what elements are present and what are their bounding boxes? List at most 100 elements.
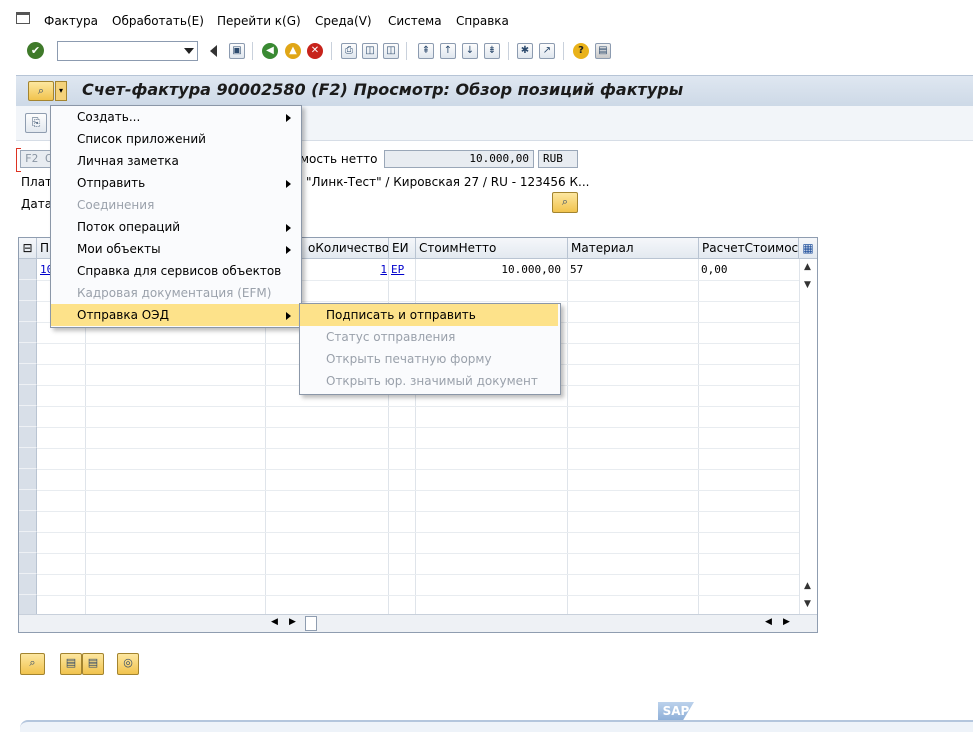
submenu-item-open-print-form: Открыть печатную форму: [300, 348, 558, 370]
help-icon[interactable]: ?: [573, 43, 589, 59]
item-detail-icon[interactable]: ⌕: [20, 653, 45, 675]
system-menu-icon[interactable]: [16, 12, 30, 24]
submenu-item-label: Статус отправления: [326, 330, 456, 344]
menu-item-workflow[interactable]: Поток операций: [51, 216, 299, 238]
scroll-right-end-icon[interactable]: ▶: [783, 617, 790, 627]
col-uom[interactable]: ЕИ: [389, 238, 416, 259]
column-config-icon[interactable]: ▦: [799, 238, 817, 259]
row-quantity[interactable]: 1: [374, 263, 387, 276]
submenu-item-open-legal-document: Открыть юр. значимый документ: [300, 370, 558, 392]
toolbar-separator: [331, 42, 332, 60]
toolbar-separator: [508, 42, 509, 60]
grid-line: [37, 553, 799, 554]
display-partner-icon[interactable]: ⌕: [552, 192, 578, 213]
menu-item-label: Список приложений: [77, 132, 206, 146]
scroll-left-end-icon[interactable]: ◀: [765, 617, 772, 627]
menu-goto[interactable]: Перейти к(G): [217, 14, 301, 28]
row-uom[interactable]: EP: [391, 263, 404, 276]
row-selector[interactable]: [19, 322, 37, 343]
menu-invoice[interactable]: Фактура: [44, 14, 98, 28]
currency-field[interactable]: RUB: [538, 150, 578, 168]
previous-page-icon[interactable]: ↑: [440, 43, 456, 59]
services-dropdown-icon[interactable]: ▾: [55, 81, 67, 101]
grid-line: [567, 259, 568, 614]
menu-item-send[interactable]: Отправить: [51, 172, 299, 194]
menu-item-services-help[interactable]: Справка для сервисов объектов: [51, 260, 299, 282]
submenu-arrow-icon: [286, 224, 291, 232]
col-calc-cost[interactable]: РасчетСтоимость: [699, 238, 799, 259]
collapse-arrow-icon[interactable]: [210, 45, 217, 57]
find-next-icon[interactable]: ◫: [383, 43, 399, 59]
command-field[interactable]: [57, 41, 198, 61]
shortcut-icon[interactable]: ↗: [539, 43, 555, 59]
row-selector[interactable]: [19, 427, 37, 448]
grid-line: [37, 511, 799, 512]
cancel-icon[interactable]: ✕: [307, 43, 323, 59]
row-selector[interactable]: [19, 406, 37, 427]
chevron-down-icon[interactable]: [184, 48, 194, 54]
menu-item-label: Поток операций: [77, 220, 181, 234]
submenu-arrow-icon: [286, 180, 291, 188]
scroll-down-icon[interactable]: ▼: [800, 280, 815, 290]
menu-item-relationships: Соединения: [51, 194, 299, 216]
row-selector[interactable]: [19, 448, 37, 469]
scroll-left-icon[interactable]: ◀: [271, 617, 278, 627]
row-selector[interactable]: [19, 259, 37, 280]
back-icon[interactable]: ◀: [262, 43, 278, 59]
scroll-thumb[interactable]: [305, 616, 317, 631]
menu-edit[interactable]: Обработать(E): [112, 14, 204, 28]
horizontal-scrollbar[interactable]: [19, 614, 817, 632]
exit-icon[interactable]: ▲: [285, 43, 301, 59]
table-settings-icon[interactable]: ⊟: [19, 238, 37, 259]
menu-help[interactable]: Справка: [456, 14, 509, 28]
layout-menu-icon[interactable]: ▤: [595, 43, 611, 59]
submenu-item-label: Подписать и отправить: [326, 308, 476, 322]
scroll-up-bottom-icon[interactable]: ▲: [800, 581, 815, 591]
menu-item-create[interactable]: Создать...: [51, 106, 299, 128]
row-selector[interactable]: [19, 343, 37, 364]
row-selector[interactable]: [19, 301, 37, 322]
row-selector[interactable]: [19, 385, 37, 406]
row-selector[interactable]: [19, 511, 37, 532]
menu-system[interactable]: Система: [388, 14, 442, 28]
services-for-object-button[interactable]: ⌕: [28, 81, 54, 101]
scroll-down-bottom-icon[interactable]: ▼: [800, 599, 815, 609]
document-header-icon[interactable]: ⎘: [25, 113, 47, 133]
row-selector[interactable]: [19, 532, 37, 553]
menu-item-personal-note[interactable]: Личная заметка: [51, 150, 299, 172]
item-status-icon[interactable]: ◎: [117, 653, 139, 675]
grid-line: [37, 469, 799, 470]
row-selector[interactable]: [19, 595, 37, 616]
col-material[interactable]: Материал: [568, 238, 699, 259]
submenu-item-sign-and-send[interactable]: Подписать и отправить: [300, 304, 558, 326]
menu-item-label: Отправка ОЭД: [77, 308, 169, 322]
item-conditions-icon[interactable]: ▤: [60, 653, 82, 675]
enter-icon[interactable]: ✔: [27, 42, 44, 59]
last-page-icon[interactable]: ⇟: [484, 43, 500, 59]
menu-item-edi-sending[interactable]: Отправка ОЭД: [51, 304, 299, 326]
row-selector[interactable]: [19, 553, 37, 574]
first-page-icon[interactable]: ⇞: [418, 43, 434, 59]
menu-item-attachment-list[interactable]: Список приложений: [51, 128, 299, 150]
item-partners-icon[interactable]: ▤: [82, 653, 104, 675]
submenu-item-label: Открыть юр. значимый документ: [326, 374, 538, 388]
next-page-icon[interactable]: ↓: [462, 43, 478, 59]
net-value-field[interactable]: 10.000,00: [384, 150, 534, 168]
menu-item-label: Мои объекты: [77, 242, 161, 256]
row-selector[interactable]: [19, 280, 37, 301]
print-icon[interactable]: ⎙: [341, 43, 357, 59]
row-selector[interactable]: [19, 574, 37, 595]
col-net-value[interactable]: СтоимНетто: [416, 238, 568, 259]
find-icon[interactable]: ◫: [362, 43, 378, 59]
row-selector[interactable]: [19, 364, 37, 385]
menu-environment[interactable]: Среда(V): [315, 14, 372, 28]
scroll-right-icon[interactable]: ▶: [289, 617, 296, 627]
scroll-up-icon[interactable]: ▲: [800, 262, 815, 272]
new-session-icon[interactable]: ✱: [517, 43, 533, 59]
row-selector[interactable]: [19, 469, 37, 490]
menu-item-label: Справка для сервисов объектов: [77, 264, 282, 278]
menu-item-my-objects[interactable]: Мои объекты: [51, 238, 299, 260]
row-selector[interactable]: [19, 490, 37, 511]
save-icon[interactable]: ▣: [229, 43, 245, 59]
grid-line: [37, 490, 799, 491]
